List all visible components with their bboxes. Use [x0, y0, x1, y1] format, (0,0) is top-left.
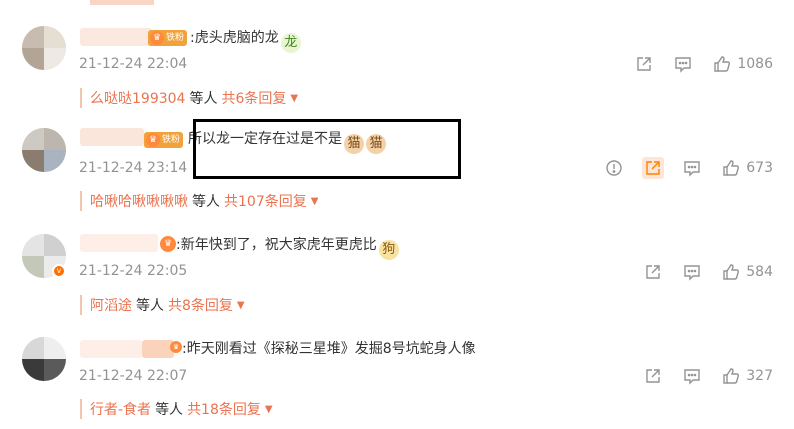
reply-summary[interactable]: 哈啾哈啾啾啾啾 等人 共107条回复 ▼ — [80, 191, 318, 211]
username-redacted[interactable] — [80, 234, 158, 252]
reply-user[interactable]: 阿滔途 — [90, 295, 132, 315]
comment-icon[interactable] — [681, 365, 703, 387]
like-icon[interactable] — [720, 157, 742, 179]
reply-user[interactable]: 哈啾哈啾啾啾啾 — [90, 191, 188, 211]
fan-badge: ♛ 铁粉 — [148, 30, 188, 46]
like-count: 1086 — [737, 56, 773, 72]
caret-down-icon: ▼ — [310, 195, 319, 207]
reply-count[interactable]: 共6条回复 — [221, 88, 286, 108]
comment-actions: 584 — [625, 260, 773, 284]
reply-count[interactable]: 共8条回复 — [168, 295, 233, 315]
share-icon[interactable] — [642, 157, 665, 179]
reply-count[interactable]: 共107条回复 — [224, 191, 307, 211]
comment-text: :昨天刚看过《探秘三星堆》发掘8号坑蛇身人像 — [182, 341, 476, 357]
share-icon[interactable] — [642, 365, 664, 387]
username-redacted[interactable] — [80, 28, 152, 46]
username-redacted[interactable] — [80, 340, 142, 358]
caret-down-icon: ▼ — [236, 299, 245, 311]
username-redacted[interactable] — [80, 128, 144, 146]
comment-icon[interactable] — [672, 53, 694, 75]
reply-user[interactable]: 么哒哒199304 — [90, 88, 185, 108]
comment-text: :虎头虎脑的龙龙 — [190, 29, 301, 53]
comment-time: 21-12-24 23:14 — [79, 160, 188, 176]
avatar[interactable] — [22, 26, 66, 70]
caret-down-icon: ▼ — [264, 403, 273, 415]
dog-emoji-icon: 狗 — [378, 240, 399, 260]
comment-actions: 327 — [625, 364, 773, 388]
like-icon[interactable] — [720, 261, 742, 283]
comment-icon[interactable] — [681, 157, 703, 179]
reply-summary[interactable]: 么哒哒199304 等人 共6条回复 ▼ — [80, 88, 298, 108]
crown-icon: ♛ — [146, 133, 160, 147]
like-count: 327 — [746, 368, 773, 384]
like-icon[interactable] — [711, 53, 733, 75]
share-icon[interactable] — [642, 261, 664, 283]
comment-actions: 673 — [586, 156, 773, 180]
reply-user[interactable]: 行者-食者 — [90, 399, 151, 419]
comment-actions: 1086 — [616, 52, 773, 76]
comment-text: :新年快到了，祝大家虎年更虎比狗 — [176, 236, 399, 260]
dragon-emoji-icon: 龙 — [280, 33, 301, 53]
like-count: 673 — [746, 160, 773, 176]
like-count: 584 — [746, 264, 773, 280]
username-redacted[interactable] — [142, 340, 174, 358]
verified-badge-icon: v — [52, 264, 66, 278]
fan-badge: ♛ 铁粉 — [144, 132, 184, 148]
redaction-box — [193, 119, 461, 179]
crown-icon: ♛ — [160, 236, 176, 252]
comment-time: 21-12-24 22:04 — [79, 56, 188, 72]
avatar[interactable] — [22, 128, 66, 172]
like-icon[interactable] — [720, 365, 742, 387]
comment-time: 21-12-24 22:05 — [79, 263, 188, 279]
report-icon[interactable] — [603, 157, 625, 179]
caret-down-icon: ▼ — [290, 92, 299, 104]
previous-reply-row-fragment — [90, 0, 230, 5]
comment-icon[interactable] — [681, 261, 703, 283]
crown-icon: ♛ — [170, 341, 182, 353]
share-icon[interactable] — [633, 53, 655, 75]
avatar[interactable] — [22, 337, 66, 381]
reply-summary[interactable]: 阿滔途 等人 共8条回复 ▼ — [80, 295, 245, 315]
reply-summary[interactable]: 行者-食者 等人 共18条回复 ▼ — [80, 399, 273, 419]
crown-icon: ♛ — [150, 31, 164, 45]
comment-time: 21-12-24 22:07 — [79, 368, 188, 384]
reply-count[interactable]: 共18条回复 — [187, 399, 261, 419]
